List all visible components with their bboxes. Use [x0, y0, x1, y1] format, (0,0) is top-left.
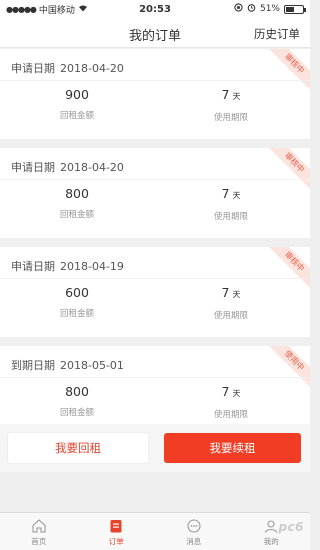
- amount-value: 600: [65, 285, 89, 300]
- amount-label: 回租金额: [59, 111, 94, 121]
- amount-column: 900 回租金额: [17, 87, 137, 121]
- order-date: 申请日期 2018-04-20: [11, 60, 124, 76]
- term-column: 7天 使用期限: [171, 285, 291, 321]
- watermark: pc6: [278, 520, 304, 534]
- term-label: 使用期限: [213, 113, 248, 123]
- order-card[interactable]: 申请日期 2018-04-20 审核中 900 回租金额 7天 使用期限: [0, 49, 310, 139]
- amount-value: 900: [65, 87, 89, 102]
- date-value: 2018-04-20: [60, 161, 124, 174]
- term-column: 7天 使用期限: [171, 186, 291, 222]
- amount-label: 回租金额: [59, 210, 94, 220]
- date-label: 申请日期: [11, 161, 55, 174]
- tab-label: 消息: [186, 537, 202, 546]
- tab-orders[interactable]: 订单: [78, 513, 156, 550]
- term-value: 7: [221, 285, 230, 300]
- term-label: 使用期限: [213, 410, 248, 420]
- order-card[interactable]: 申请日期 2018-04-19 审核中 600 回租金额 7天 使用期限: [0, 247, 310, 337]
- term-column: 7天 使用期限: [171, 87, 291, 123]
- amount-label: 回租金额: [59, 408, 94, 418]
- alarm-icon: [247, 3, 256, 15]
- signal-icon: ●●●●●: [6, 4, 37, 14]
- order-card[interactable]: 申请日期 2018-04-20 审核中 800 回租金额 7天 使用期限: [0, 148, 310, 238]
- amount-column: 600 回租金额: [17, 285, 137, 319]
- term-label: 使用期限: [213, 212, 248, 222]
- order-list: 申请日期 2018-04-20 审核中 900 回租金额 7天 使用期限 申请日期…: [0, 49, 310, 445]
- term-label: 使用期限: [213, 311, 248, 321]
- nav-bar: 我的订单 历史订单: [0, 18, 310, 48]
- history-orders-link[interactable]: 历史订单: [254, 26, 300, 42]
- term-value-row: 7天: [171, 384, 291, 402]
- status-right: 51%: [194, 3, 306, 15]
- term-unit: 天: [232, 290, 241, 299]
- term-value: 7: [221, 186, 230, 201]
- amount-column: 800 回租金额: [17, 384, 137, 418]
- tab-label: 首页: [31, 537, 47, 546]
- date-label: 申请日期: [11, 260, 55, 273]
- order-date: 申请日期 2018-04-19: [11, 258, 124, 274]
- term-unit: 天: [232, 191, 241, 200]
- profile-icon: [265, 520, 278, 533]
- home-icon: [32, 519, 46, 533]
- action-bar: 我要回租 我要续租: [0, 424, 310, 472]
- wifi-icon: [78, 4, 88, 15]
- term-unit: 天: [232, 92, 241, 101]
- term-value: 7: [221, 87, 230, 102]
- battery-fill: [286, 6, 295, 12]
- amount-value: 800: [65, 384, 89, 399]
- card-divider: [0, 278, 310, 279]
- date-label: 申请日期: [11, 62, 55, 75]
- amount-column: 800 回租金额: [17, 186, 137, 220]
- status-left: ●●●●● 中国移动: [6, 3, 116, 16]
- orientation-lock-icon: [234, 3, 243, 15]
- battery-percent: 51%: [259, 4, 280, 14]
- order-card[interactable]: 到期日期 2018-05-01 使用中 800 回租金额 7天 使用期限: [0, 346, 310, 436]
- term-value-row: 7天: [171, 87, 291, 105]
- tab-bar: 首页 订单 消息 我的: [0, 512, 310, 550]
- order-icon: [110, 520, 122, 533]
- tab-messages[interactable]: 消息: [155, 513, 233, 550]
- renew-button[interactable]: 我要续租: [164, 433, 301, 463]
- status-bar: ●●●●● 中国移动 20:53 51%: [0, 0, 310, 18]
- date-value: 2018-04-19: [60, 260, 124, 273]
- date-label: 到期日期: [11, 359, 55, 372]
- card-divider: [0, 80, 310, 81]
- order-date: 申请日期 2018-04-20: [11, 159, 124, 175]
- amount-label: 回租金额: [59, 309, 94, 319]
- term-value: 7: [221, 384, 230, 399]
- order-date: 到期日期 2018-05-01: [11, 357, 124, 373]
- term-column: 7天 使用期限: [171, 384, 291, 420]
- date-value: 2018-04-20: [60, 62, 124, 75]
- tab-home[interactable]: 首页: [0, 513, 78, 550]
- date-value: 2018-05-01: [60, 359, 124, 372]
- tab-label: 我的: [263, 537, 279, 546]
- amount-value: 800: [65, 186, 89, 201]
- carrier-label: 中国移动: [38, 5, 75, 16]
- battery-icon: [284, 4, 306, 14]
- tab-label: 订单: [108, 537, 124, 546]
- term-value-row: 7天: [171, 186, 291, 204]
- term-value-row: 7天: [171, 285, 291, 303]
- term-unit: 天: [232, 389, 241, 398]
- return-button[interactable]: 我要回租: [8, 433, 148, 463]
- card-divider: [0, 377, 310, 378]
- message-icon: [187, 519, 201, 533]
- status-time: 20:53: [139, 3, 171, 15]
- card-divider: [0, 179, 310, 180]
